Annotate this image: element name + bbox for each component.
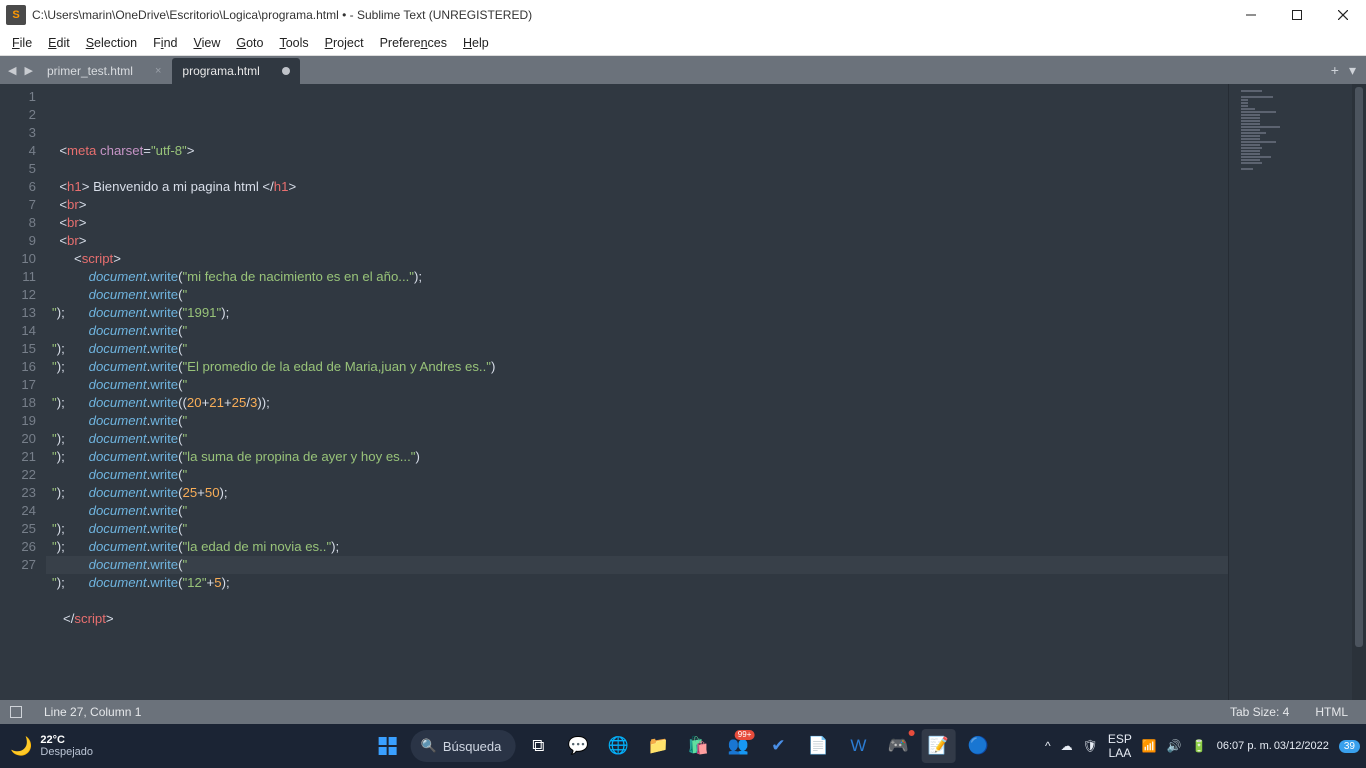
menu-find[interactable]: Find xyxy=(145,33,185,53)
file-explorer-icon[interactable]: 📁 xyxy=(641,729,675,763)
weather-temperature: 22°C xyxy=(40,734,93,746)
teams-badge: 99+ xyxy=(735,730,755,740)
editor-area: 1234567891011121314151617181920212223242… xyxy=(0,84,1366,700)
tab-primer-test[interactable]: primer_test.html × xyxy=(37,58,171,84)
weather-description: Despejado xyxy=(40,746,93,758)
menu-file[interactable]: File xyxy=(4,33,40,53)
windows-logo-icon xyxy=(379,737,397,755)
start-button[interactable] xyxy=(371,729,405,763)
tab-label: primer_test.html xyxy=(47,64,133,78)
search-placeholder: Búsqueda xyxy=(443,739,502,754)
tab-nav-forward-icon[interactable]: ▶ xyxy=(20,56,36,84)
taskbar-center-group: 🔍 Búsqueda ⧉ 💬 🌐 📁 🛍️ 👥99+ ✔ 📄 W 🎮 📝 🔵 xyxy=(371,729,996,763)
tray-onedrive-icon[interactable]: ☁ xyxy=(1061,739,1073,753)
microsoft-store-icon[interactable]: 🛍️ xyxy=(681,729,715,763)
todo-app-icon[interactable]: ✔ xyxy=(761,729,795,763)
tray-battery-icon[interactable]: 🔋 xyxy=(1192,739,1207,753)
search-icon: 🔍 xyxy=(421,738,437,754)
window-maximize-button[interactable] xyxy=(1274,0,1320,30)
scrollbar-thumb[interactable] xyxy=(1355,87,1363,647)
status-cursor-position[interactable]: Line 27, Column 1 xyxy=(36,705,149,719)
tab-menu-icon[interactable]: ▾ xyxy=(1349,62,1356,79)
menu-bar: File Edit Selection Find View Goto Tools… xyxy=(0,30,1366,56)
office-icon[interactable]: 📄 xyxy=(801,729,835,763)
tray-volume-icon[interactable]: 🔊 xyxy=(1167,739,1182,753)
window-minimize-button[interactable] xyxy=(1228,0,1274,30)
menu-preferences[interactable]: Preferences xyxy=(372,33,455,53)
tab-close-icon[interactable]: × xyxy=(155,65,161,77)
tab-programa[interactable]: programa.html xyxy=(172,58,299,84)
tab-dirty-indicator-icon xyxy=(282,67,290,75)
tray-language[interactable]: ESP LAA xyxy=(1108,733,1132,759)
tray-security-icon[interactable]: 🛡 xyxy=(1083,739,1098,753)
edge-browser-icon[interactable]: 🌐 xyxy=(601,729,635,763)
taskbar-search[interactable]: 🔍 Búsqueda xyxy=(411,730,516,762)
windows-taskbar: 🌙 22°C Despejado 🔍 Búsqueda ⧉ 💬 🌐 📁 🛍️ 👥… xyxy=(0,724,1366,768)
minimap[interactable] xyxy=(1228,84,1352,700)
tab-new-icon[interactable]: + xyxy=(1331,62,1339,78)
menu-tools[interactable]: Tools xyxy=(271,33,316,53)
code-editor[interactable]: <meta charset="utf-8"> <h1> Bienvenido a… xyxy=(46,84,1228,700)
teams-icon[interactable]: 👥99+ xyxy=(721,729,755,763)
chrome-icon[interactable]: 🔵 xyxy=(961,729,995,763)
menu-help[interactable]: Help xyxy=(455,33,497,53)
window-titlebar: S C:\Users\marin\OneDrive\Escritorio\Log… xyxy=(0,0,1366,30)
word-icon[interactable]: W xyxy=(841,729,875,763)
menu-edit[interactable]: Edit xyxy=(40,33,78,53)
window-close-button[interactable] xyxy=(1320,0,1366,30)
panel-switcher-icon[interactable] xyxy=(10,706,22,718)
tab-strip: ◀ ▶ primer_test.html × programa.html + ▾ xyxy=(0,56,1366,84)
tray-wifi-icon[interactable]: 📶 xyxy=(1142,739,1157,753)
chat-icon[interactable]: 💬 xyxy=(561,729,595,763)
task-view-icon[interactable]: ⧉ xyxy=(521,729,555,763)
menu-view[interactable]: View xyxy=(185,33,228,53)
tab-label: programa.html xyxy=(182,64,259,78)
tray-notification-count[interactable]: 39 xyxy=(1339,740,1360,753)
tray-clock[interactable]: 06:07 p. m. 03/12/2022 xyxy=(1217,740,1329,753)
discord-icon[interactable]: 🎮 xyxy=(881,729,915,763)
system-tray: ^ ☁ 🛡 ESP LAA 📶 🔊 🔋 06:07 p. m. 03/12/20… xyxy=(1045,733,1360,759)
vertical-scrollbar[interactable] xyxy=(1352,84,1366,700)
status-tab-size[interactable]: Tab Size: 4 xyxy=(1222,705,1297,719)
line-number-gutter[interactable]: 1234567891011121314151617181920212223242… xyxy=(0,84,46,700)
window-title: C:\Users\marin\OneDrive\Escritorio\Logic… xyxy=(32,8,532,22)
tray-overflow-icon[interactable]: ^ xyxy=(1045,739,1051,753)
menu-selection[interactable]: Selection xyxy=(78,33,145,53)
taskbar-weather-widget[interactable]: 🌙 22°C Despejado xyxy=(10,734,93,758)
sublime-text-icon[interactable]: 📝 xyxy=(921,729,955,763)
tab-nav-back-icon[interactable]: ◀ xyxy=(4,56,20,84)
app-logo-icon: S xyxy=(6,5,26,25)
status-bar: Line 27, Column 1 Tab Size: 4 HTML xyxy=(0,700,1366,724)
menu-project[interactable]: Project xyxy=(317,33,372,53)
menu-goto[interactable]: Goto xyxy=(228,33,271,53)
weather-moon-icon: 🌙 xyxy=(10,736,32,757)
status-syntax[interactable]: HTML xyxy=(1307,705,1356,719)
discord-badge xyxy=(908,730,914,736)
